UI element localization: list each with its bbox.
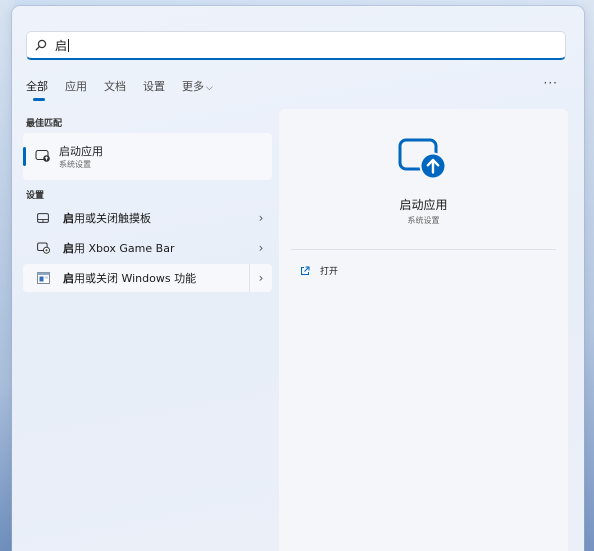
setting-windows-features[interactable]: 启用或关闭 Windows 功能 › — [23, 264, 272, 292]
setting-touchpad[interactable]: 启用或关闭触摸板 › — [23, 204, 272, 232]
best-match-item[interactable]: 启动应用 系统设置 — [23, 133, 272, 180]
best-match-subtitle: 系统设置 — [59, 160, 91, 169]
game-bar-icon — [23, 242, 63, 254]
search-box[interactable]: 启 — [26, 31, 566, 60]
chevron-right-icon[interactable]: › — [249, 264, 272, 292]
more-options-button[interactable]: ··· — [544, 76, 558, 90]
tab-more[interactable]: 更多 ⌵ — [182, 78, 213, 94]
best-match-heading: 最佳匹配 — [26, 119, 63, 129]
chevron-right-icon: › — [258, 211, 264, 225]
detail-pane: 启动应用 系统设置 打开 — [279, 109, 568, 551]
text-caret — [68, 38, 70, 52]
setting-windows-features-label: 启用或关闭 Windows 功能 — [63, 272, 197, 285]
divider — [291, 249, 556, 250]
selection-indicator — [23, 147, 26, 166]
filter-tabs: 全部 应用 文档 设置 更多 ⌵ — [26, 78, 230, 101]
tab-more-label: 更多 — [182, 80, 204, 93]
search-panel: 启 全部 应用 文档 设置 更多⌵ ··· 最佳匹配 启动应用 系统设置 设置 — [12, 6, 584, 551]
tab-documents[interactable]: 文档 — [104, 78, 126, 94]
open-action[interactable]: 打开 — [300, 264, 338, 277]
best-match-title: 启动应用 — [59, 145, 103, 158]
tab-apps[interactable]: 应用 — [65, 78, 87, 94]
tab-settings[interactable]: 设置 — [143, 78, 165, 94]
open-label: 打开 — [320, 267, 339, 277]
startup-apps-large-icon — [398, 137, 450, 185]
chevron-down-icon: ⌵ — [206, 83, 213, 93]
tab-all[interactable]: 全部 — [26, 78, 48, 101]
startup-apps-icon — [35, 148, 51, 167]
touchpad-icon — [23, 213, 63, 223]
setting-xbox-game-bar-label: 启用 Xbox Game Bar — [63, 242, 175, 255]
open-external-icon — [300, 266, 310, 276]
detail-subtitle: 系统设置 — [407, 216, 440, 225]
setting-xbox-game-bar[interactable]: 启用 Xbox Game Bar › — [23, 234, 272, 262]
settings-heading: 设置 — [26, 191, 45, 201]
chevron-right-icon: › — [258, 241, 264, 255]
search-icon — [27, 39, 55, 51]
setting-touchpad-label: 启用或关闭触摸板 — [63, 212, 151, 225]
detail-title: 启动应用 — [399, 198, 448, 212]
search-input[interactable]: 启 — [55, 37, 67, 54]
windows-features-icon — [23, 272, 63, 284]
